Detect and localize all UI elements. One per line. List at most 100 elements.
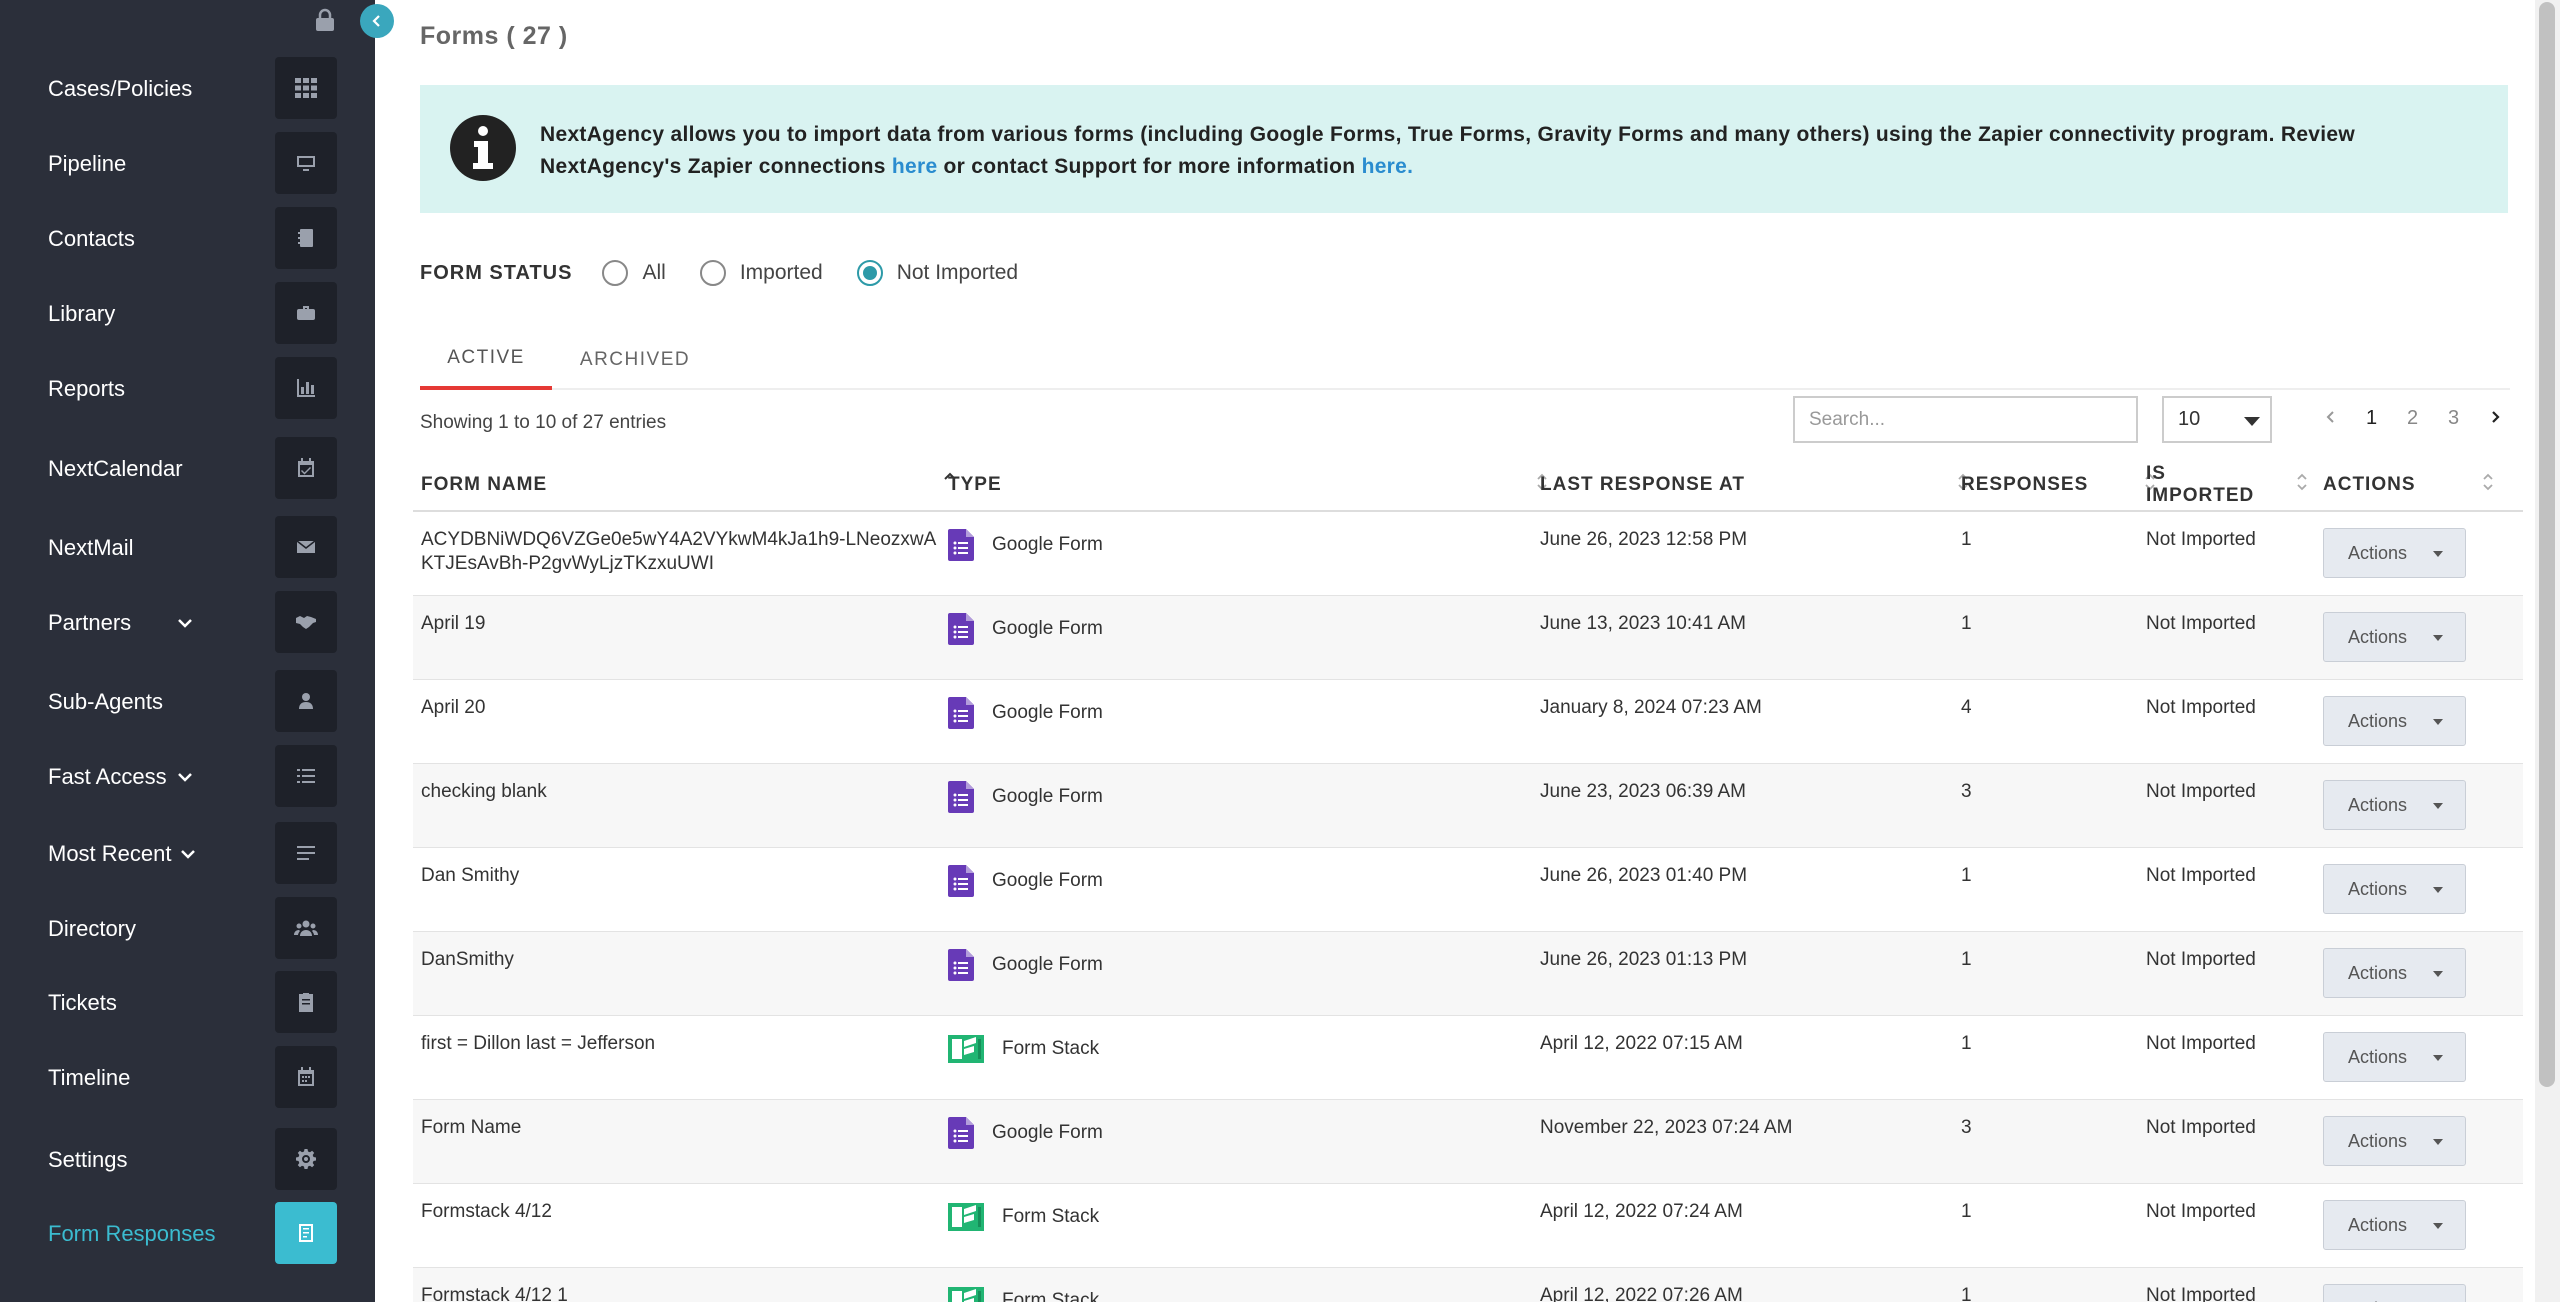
caret-down-icon bbox=[2433, 803, 2443, 809]
status-radio-all[interactable]: All bbox=[602, 260, 666, 286]
table-row[interactable]: checking blank Google Form June 23, 2023 0… bbox=[413, 764, 2523, 848]
form-name-cell: April 19 bbox=[421, 613, 486, 634]
sidebar-item-timeline[interactable]: Timeline bbox=[0, 1046, 375, 1110]
sidebar-item-cases-policies[interactable]: Cases/Policies bbox=[0, 57, 375, 121]
radio-circle[interactable] bbox=[602, 260, 629, 286]
col-responses[interactable]: RESPONSES bbox=[1961, 458, 2088, 512]
page-size-value: 10 bbox=[2178, 408, 2201, 430]
status-radio-imported[interactable]: Imported bbox=[699, 260, 823, 286]
google-form-icon bbox=[948, 1117, 974, 1149]
responses-cell: 3 bbox=[1961, 781, 1972, 802]
radio-circle[interactable] bbox=[699, 260, 726, 286]
zapier-connections-link[interactable]: here bbox=[892, 155, 938, 178]
actions-dropdown-button[interactable]: Actions bbox=[2323, 780, 2466, 830]
pagination: 1 2 3 bbox=[2310, 400, 2515, 436]
page-2-button[interactable]: 2 bbox=[2392, 407, 2433, 430]
support-link[interactable]: here. bbox=[1362, 155, 1414, 178]
sidebar-item-label: NextMail bbox=[48, 535, 134, 560]
google-form-icon bbox=[948, 949, 974, 981]
sidebar-collapse-button[interactable] bbox=[360, 4, 394, 38]
actions-dropdown-button[interactable]: Actions bbox=[2323, 612, 2466, 662]
col-is-imported-line1: IS bbox=[2146, 463, 2166, 484]
form-name-cell: Dan Smithy bbox=[421, 865, 520, 886]
sidebar-item-label: Form Responses bbox=[48, 1221, 216, 1246]
sidebar-item-directory[interactable]: Directory bbox=[0, 897, 375, 961]
prev-page-button[interactable] bbox=[2310, 407, 2351, 430]
actions-dropdown-button[interactable]: Actions bbox=[2323, 696, 2466, 746]
page-1-button[interactable]: 1 bbox=[2351, 407, 2392, 430]
table-row[interactable]: Dan Smithy Google Form June 26, 2023 01:40… bbox=[413, 848, 2523, 932]
is-imported-cell: Not Imported bbox=[2146, 1285, 2256, 1302]
radio-label: Not Imported bbox=[896, 261, 1019, 284]
responses-cell: 1 bbox=[1961, 865, 1972, 886]
actions-dropdown-button[interactable]: Actions bbox=[2323, 864, 2466, 914]
tab-active[interactable]: ACTIVE bbox=[420, 330, 552, 390]
sidebar-item-reports[interactable]: Reports bbox=[0, 357, 375, 421]
actions-dropdown-button[interactable]: Actions bbox=[2323, 948, 2466, 998]
radio-label: All bbox=[642, 261, 666, 284]
sidebar-item-sub-agents[interactable]: Sub-Agents bbox=[0, 670, 375, 734]
sidebar-item-library[interactable]: Library bbox=[0, 282, 375, 346]
type-cell: Google Form bbox=[948, 697, 1103, 729]
table-row[interactable]: first = Dillon last = Jefferson Form Stac… bbox=[413, 1016, 2523, 1100]
form-name-cell: April 20 bbox=[421, 697, 486, 718]
caret-down-icon bbox=[2433, 551, 2443, 557]
tab-bar: ACTIVE ARCHIVED bbox=[420, 330, 2510, 390]
is-imported-cell: Not Imported bbox=[2146, 697, 2256, 718]
table-header: FORM NAME TYPE LAST RESPONSE AT RESPONSE… bbox=[413, 458, 2523, 512]
page-scrollbar[interactable] bbox=[2535, 0, 2560, 1302]
responses-cell: 1 bbox=[1961, 1033, 1972, 1054]
type-cell: Google Form bbox=[948, 781, 1103, 813]
form-name-cell: Formstack 4/12 1 bbox=[421, 1285, 568, 1302]
sidebar-item-tickets[interactable]: Tickets bbox=[0, 971, 375, 1035]
google-form-icon bbox=[948, 781, 974, 813]
actions-label: Actions bbox=[2348, 1130, 2408, 1151]
sidebar-item-partners[interactable]: Partners bbox=[0, 591, 375, 655]
actions-dropdown-button[interactable]: Actions bbox=[2323, 1032, 2466, 1082]
col-form-name[interactable]: FORM NAME bbox=[421, 458, 547, 512]
table-row[interactable]: April 19 Google Form June 13, 2023 10:41 A… bbox=[413, 596, 2523, 680]
status-radio-not-imported[interactable]: Not Imported bbox=[856, 260, 1019, 286]
last-response-cell: June 13, 2023 10:41 AM bbox=[1540, 613, 1746, 634]
sidebar-item-contacts[interactable]: Contacts bbox=[0, 207, 375, 271]
tab-archived[interactable]: ARCHIVED bbox=[570, 330, 700, 390]
actions-label: Actions bbox=[2348, 794, 2408, 815]
sidebar-item-fast-access[interactable]: Fast Access bbox=[0, 745, 375, 809]
sidebar-item-nextmail[interactable]: NextMail bbox=[0, 516, 375, 580]
radio-circle[interactable] bbox=[856, 260, 883, 286]
scrollbar-thumb[interactable] bbox=[2539, 2, 2555, 1087]
col-type[interactable]: TYPE bbox=[948, 458, 1002, 512]
sidebar-item-most-recent[interactable]: Most Recent bbox=[0, 822, 375, 886]
actions-dropdown-button[interactable]: Actions bbox=[2323, 1284, 2466, 1302]
sidebar-item-pipeline[interactable]: Pipeline bbox=[0, 132, 375, 196]
form-status-label: FORM STATUS bbox=[420, 261, 573, 284]
type-cell: Form Stack bbox=[948, 1201, 1099, 1233]
table-row[interactable]: ACYDBNiWDQ6VZGe0e5wY4A2VYkwM4kJa1h9-LNeo… bbox=[413, 512, 2523, 596]
actions-dropdown-button[interactable]: Actions bbox=[2323, 1116, 2466, 1166]
sort-icon[interactable] bbox=[2481, 470, 2495, 494]
table-row[interactable]: April 20 Google Form January 8, 2024 07:23… bbox=[413, 680, 2523, 764]
table-row[interactable]: Formstack 4/12 1 Form Stack April 12, 2022… bbox=[413, 1268, 2523, 1302]
last-response-cell: April 12, 2022 07:15 AM bbox=[1540, 1033, 1743, 1054]
info-text-part: NextAgency allows you to import data fro… bbox=[540, 123, 2356, 178]
sidebar-item-nextcalendar[interactable]: NextCalendar bbox=[0, 437, 375, 501]
table-row[interactable]: DanSmithy Google Form June 26, 2023 01:13 … bbox=[413, 932, 2523, 1016]
col-is-imported[interactable]: IS IMPORTED bbox=[2146, 458, 2254, 512]
table-row[interactable]: Formstack 4/12 Form Stack April 12, 2022 0… bbox=[413, 1184, 2523, 1268]
page-size-select[interactable]: 10 bbox=[2162, 396, 2272, 443]
actions-dropdown-button[interactable]: Actions bbox=[2323, 1200, 2466, 1250]
page-3-button[interactable]: 3 bbox=[2433, 407, 2474, 430]
col-last-response[interactable]: LAST RESPONSE AT bbox=[1540, 458, 1745, 512]
last-response-cell: June 26, 2023 01:13 PM bbox=[1540, 949, 1748, 970]
type-cell: Google Form bbox=[948, 1117, 1103, 1149]
next-page-button[interactable] bbox=[2474, 407, 2515, 430]
sort-icon[interactable] bbox=[2295, 470, 2309, 494]
sidebar-item-form-responses[interactable]: Form Responses bbox=[0, 1202, 375, 1266]
info-banner: NextAgency allows you to import data fro… bbox=[420, 85, 2508, 213]
search-input[interactable] bbox=[1793, 396, 2138, 443]
caret-down-icon bbox=[2433, 1055, 2443, 1061]
actions-dropdown-button[interactable]: Actions bbox=[2323, 528, 2466, 578]
sidebar-item-settings[interactable]: Settings bbox=[0, 1128, 375, 1192]
table-row[interactable]: Form Name Google Form November 22, 2023 07… bbox=[413, 1100, 2523, 1184]
caret-down-icon bbox=[2433, 1139, 2443, 1145]
